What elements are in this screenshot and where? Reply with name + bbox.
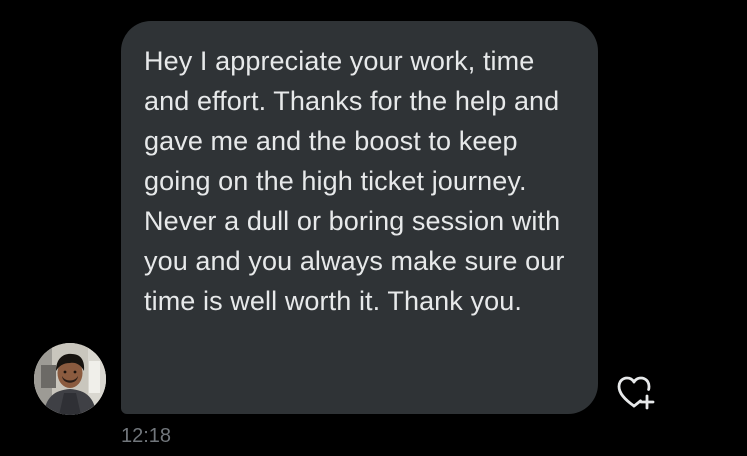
dm-conversation-screen: Hey I appreciate your work, time and eff… — [0, 0, 747, 456]
react-button[interactable] — [614, 372, 658, 412]
message-timestamp: 12:18 — [121, 425, 172, 447]
user-avatar-photo-icon — [34, 343, 106, 415]
message-row: Hey I appreciate your work, time and eff… — [0, 0, 747, 456]
message-text: Hey I appreciate your work, time and eff… — [144, 46, 565, 316]
message-bubble[interactable]: Hey I appreciate your work, time and eff… — [121, 21, 598, 414]
heart-plus-icon — [617, 376, 655, 410]
sender-avatar[interactable] — [34, 343, 106, 415]
